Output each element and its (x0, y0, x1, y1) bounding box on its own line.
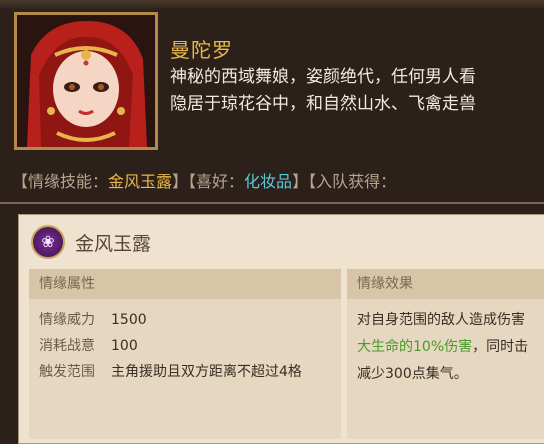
skill-value: 金风玉露 (108, 172, 173, 191)
character-bio: 神秘的西域舞娘，姿颜绝代，任何男人看 隐居于琼花谷中，和自然山水、飞禽走兽 (170, 64, 544, 118)
character-portrait (14, 12, 158, 150)
attribute-label: 情缘威力 (39, 312, 95, 328)
character-name: 曼陀罗 (170, 38, 233, 62)
effect-line-3: 减少300点集气。 (357, 366, 468, 382)
attribute-value: 主角援助且双方距离不超过4格 (111, 364, 302, 380)
attribute-row: 消耗战意 100 (39, 335, 138, 355)
skill-title: 金风玉露 (75, 233, 152, 255)
hobby-label: 】【喜好： (172, 172, 245, 191)
effect-line-1: 对自身范围的敌人造成伤害 (357, 312, 525, 328)
portrait-illustration (17, 15, 155, 147)
skill-label: 【情缘技能： (12, 172, 109, 191)
bio-line-1: 神秘的西域舞娘，姿颜绝代，任何男人看 (170, 67, 476, 87)
attribute-value: 1500 (111, 312, 147, 328)
attribute-label: 消耗战意 (39, 338, 95, 354)
attribute-value: 100 (111, 338, 138, 354)
bio-line-2: 隐居于琼花谷中，和自然山水、飞禽走兽 (170, 94, 476, 114)
top-bar (0, 0, 544, 10)
lotus-icon: ❀ (31, 225, 65, 259)
effect-line-2-rest: ，同时击 (472, 339, 529, 355)
attribute-row: 触发范围 主角援助且双方距离不超过4格 (39, 361, 302, 381)
join-label: 】【入队获得： (292, 172, 397, 191)
section-divider (0, 202, 544, 204)
effect-header: 情缘效果 (347, 269, 544, 299)
attribute-row: 情缘威力 1500 (39, 309, 147, 329)
effect-line-2: 大生命的10%伤害，同时击 (357, 334, 544, 361)
effect-highlight: 大生命的10%伤害 (357, 339, 473, 355)
skill-detail-panel: ❀ 金风玉露 情缘属性 情缘威力 1500 消耗战意 100 触发范围 主角援助且双方… (18, 214, 544, 444)
skill-attributes-section: 情缘属性 情缘威力 1500 消耗战意 100 触发范围 主角援助且双方距离不超过4格 (29, 269, 341, 439)
attribute-label: 触发范围 (39, 364, 95, 380)
skill-effect-section: 情缘效果 对自身范围的敌人造成伤害 大生命的10%伤害，同时击 减少300点集气… (347, 269, 544, 439)
attributes-header: 情缘属性 (29, 269, 341, 299)
hobby-value: 化妆品 (244, 172, 293, 191)
bond-info-line: 【情缘技能：金风玉露】【喜好：化妆品】【入队获得： (12, 168, 544, 192)
effect-text: 对自身范围的敌人造成伤害 大生命的10%伤害，同时击 减少300点集气。 (357, 307, 544, 388)
